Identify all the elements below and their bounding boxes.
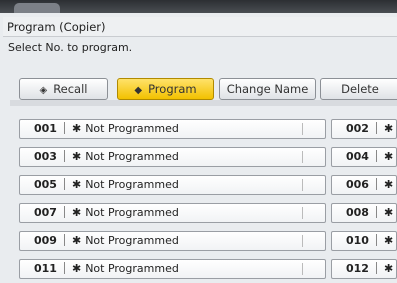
star-icon: ✱ [71,178,82,191]
program-slot-002[interactable]: 002 ✱ [331,119,397,139]
instruction-text: Select No. to program. [8,41,133,54]
program-button[interactable]: ◆ Program [117,78,214,100]
program-slot-005[interactable]: 005 ✱ Not Programmed [19,175,326,195]
slot-status: Not Programmed [85,234,179,247]
slot-number: 001 [34,122,57,135]
program-icon: ◆ [134,85,143,96]
slot-number: 006 [346,178,369,191]
slot-number: 005 [34,178,57,191]
slot-number: 009 [34,234,57,247]
device-header-bar [0,0,397,13]
recall-button[interactable]: ◈ Recall [19,78,108,100]
star-icon: ✱ [383,178,394,191]
program-slot-012[interactable]: 012 ✱ [331,259,397,279]
slot-number: 008 [346,206,369,219]
star-icon: ✱ [383,206,394,219]
toolbar-divider [10,100,397,106]
star-icon: ✱ [71,234,82,247]
star-icon: ✱ [383,234,394,247]
program-slot-008[interactable]: 008 ✱ [331,203,397,223]
program-slot-006[interactable]: 006 ✱ [331,175,397,195]
program-slot-007[interactable]: 007 ✱ Not Programmed [19,203,326,223]
star-icon: ✱ [71,150,82,163]
program-slot-003[interactable]: 003 ✱ Not Programmed [19,147,326,167]
star-icon: ✱ [71,206,82,219]
slot-status: Not Programmed [85,150,179,163]
window-title: Program (Copier) [3,17,397,37]
delete-button[interactable]: Delete [320,78,397,100]
star-icon: ✱ [383,150,394,163]
slot-number: 004 [346,150,369,163]
delete-label: Delete [341,82,379,96]
slot-number: 002 [346,122,369,135]
header-tab [14,3,60,13]
recall-icon: ◈ [39,85,48,96]
slot-number: 011 [34,262,57,275]
program-slot-004[interactable]: 004 ✱ [331,147,397,167]
program-slot-011[interactable]: 011 ✱ Not Programmed [19,259,326,279]
star-icon: ✱ [383,122,394,135]
star-icon: ✱ [383,262,394,275]
program-slot-009[interactable]: 009 ✱ Not Programmed [19,231,326,251]
program-label: Program [148,82,197,96]
star-icon: ✱ [71,122,82,135]
slot-number: 012 [346,262,369,275]
slot-number: 007 [34,206,57,219]
change-name-label: Change Name [226,82,309,96]
program-slot-010[interactable]: 010 ✱ [331,231,397,251]
star-icon: ✱ [71,262,82,275]
slot-status: Not Programmed [85,122,179,135]
slot-status: Not Programmed [85,262,179,275]
recall-label: Recall [53,82,88,96]
slot-status: Not Programmed [85,206,179,219]
change-name-button[interactable]: Change Name [219,78,316,100]
slot-number: 003 [34,150,57,163]
slot-number: 010 [346,234,369,247]
program-slot-001[interactable]: 001 ✱ Not Programmed [19,119,326,139]
slot-status: Not Programmed [85,178,179,191]
